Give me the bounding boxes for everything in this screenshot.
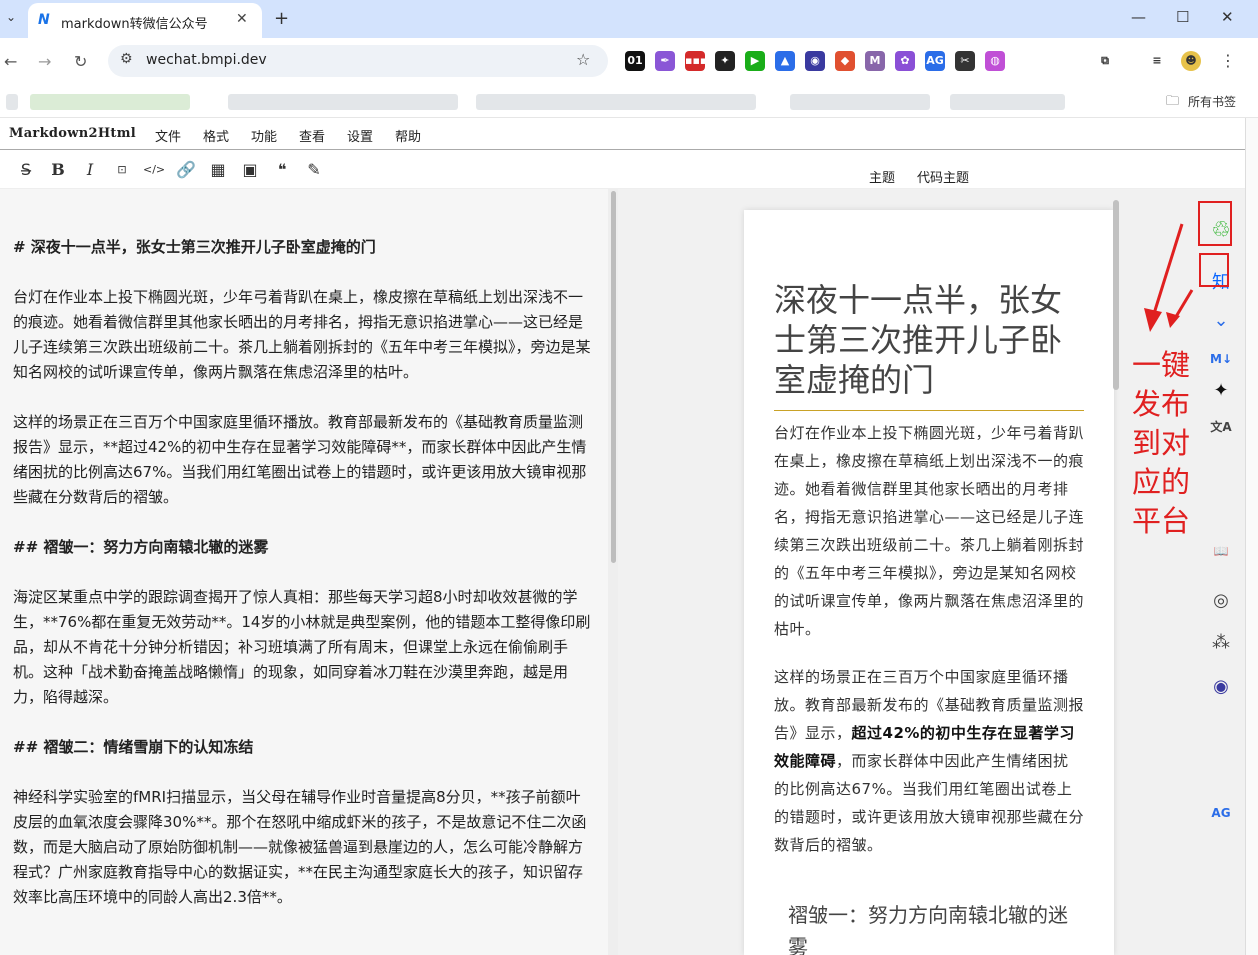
extension-icon[interactable]: AG xyxy=(925,51,945,71)
folder-icon: 🗀 xyxy=(1166,94,1180,109)
back-icon[interactable]: ← xyxy=(4,52,17,71)
editor-scrollbar[interactable] xyxy=(611,191,616,563)
blurred-bookmark xyxy=(228,94,458,110)
minimize-icon[interactable]: — xyxy=(1131,8,1146,26)
extension-icon[interactable]: ▪▪▪ xyxy=(685,51,707,71)
new-tab-icon[interactable]: + xyxy=(274,8,289,29)
blurred-bookmark xyxy=(790,94,930,110)
menu-format[interactable]: 格式 xyxy=(203,126,229,145)
quote-icon[interactable]: ❝ xyxy=(271,160,293,179)
markdown-paragraph: 这样的场景正在三百万个中国家庭里循环播放。教育部最新发布的《基础教育质量监测报告… xyxy=(13,413,587,506)
article-paragraph: 台灯在作业本上投下椭圆光斑，少年弓着背趴在桌上，橡皮擦在草稿纸上划出深浅不一的痕… xyxy=(774,424,1085,638)
all-bookmarks[interactable]: 所有书签 xyxy=(1188,93,1236,110)
url-text: wechat.bmpi.dev xyxy=(146,52,267,68)
terminal-icon[interactable]: ⊡ xyxy=(111,163,133,176)
extension-icon[interactable]: M xyxy=(865,51,885,71)
podcast-icon[interactable]: ◎ xyxy=(1209,590,1233,611)
extension-icon[interactable]: ✿ xyxy=(895,51,915,71)
extension-icon[interactable]: ◆ xyxy=(835,51,855,71)
extension-icon[interactable]: ◉ xyxy=(805,51,825,71)
italic-icon[interactable]: I xyxy=(79,160,101,179)
image-icon[interactable]: ▣ xyxy=(239,160,261,179)
ag-icon[interactable]: AG xyxy=(1209,806,1233,820)
menu-settings[interactable]: 设置 xyxy=(347,126,373,145)
highlight-box xyxy=(1198,201,1232,246)
article-title: 深夜十一点半，张女士第三次推开儿子卧室虚掩的门 xyxy=(774,280,1084,411)
translate-icon[interactable]: 文A xyxy=(1209,418,1233,435)
blurred-bookmark xyxy=(30,94,190,110)
menu-file[interactable]: 文件 xyxy=(155,126,181,145)
book-icon[interactable]: 📖 xyxy=(1209,544,1233,558)
markdown-paragraph: 海淀区某重点中学的跟踪调查揭开了惊人真相：那些每天学习超8小时却收效甚微的学生，… xyxy=(13,588,591,706)
markdown-heading: ## 褶皱二：情绪雪崩下的认知冻结 xyxy=(13,738,254,756)
article-paragraph: 这样的场景正在三百万个中国家庭里循环播放。教育部最新发布的《基础教育质量监测报告… xyxy=(774,663,1084,859)
strikethrough-icon[interactable]: S̶ xyxy=(15,160,37,179)
assistant-icon[interactable]: ◉ xyxy=(1209,676,1233,697)
blurred-bookmark xyxy=(476,94,756,110)
markdown-heading: ## 褶皱一：努力方向南辕北辙的迷雾 xyxy=(13,538,269,556)
annotation-text: 一键发布到对应的平台 xyxy=(1132,348,1191,538)
puzzle-icon[interactable]: ⧉ xyxy=(1095,51,1115,71)
format-toolbar: S̶ B I ⊡ </> 🔗 ▦ ▣ ❝ ✎ xyxy=(0,151,1245,189)
app-menubar: Markdown2Html 文件 格式 功能 查看 设置 帮助 xyxy=(0,118,1245,150)
apps-icon[interactable]: ⁂ xyxy=(1209,632,1233,653)
preview-scrollbar[interactable] xyxy=(1113,200,1119,390)
blurred-bookmark xyxy=(950,94,1065,110)
extension-icon[interactable]: ✒ xyxy=(655,51,675,71)
close-icon[interactable]: ✕ xyxy=(236,11,248,27)
theme-button[interactable]: 主题 xyxy=(869,167,895,186)
bold-icon[interactable]: B xyxy=(47,160,69,179)
extension-icon[interactable]: ▲ xyxy=(775,51,795,71)
profile-avatar[interactable]: ☻ xyxy=(1181,51,1201,71)
browser-tab[interactable]: N markdown转微信公众号 ✕ xyxy=(28,3,262,38)
markdown-icon[interactable]: M↓ xyxy=(1209,352,1233,366)
page-edge xyxy=(1245,118,1258,955)
maximize-icon[interactable]: ☐ xyxy=(1176,8,1189,26)
reload-icon[interactable]: ↻ xyxy=(74,52,87,71)
menu-help[interactable]: 帮助 xyxy=(395,126,421,145)
menu-function[interactable]: 功能 xyxy=(251,126,277,145)
code-icon[interactable]: </> xyxy=(143,163,165,176)
tab-title: markdown转微信公众号 xyxy=(61,17,208,32)
table-icon[interactable]: ▦ xyxy=(207,160,229,179)
window-close-icon[interactable]: ✕ xyxy=(1221,8,1234,26)
menu-view[interactable]: 查看 xyxy=(299,126,325,145)
pane-splitter[interactable] xyxy=(608,189,618,955)
extension-icon[interactable]: ✦ xyxy=(715,51,735,71)
article-subheading: 褶皱一：努力方向南辕北辙的迷雾 xyxy=(788,903,1068,955)
app-brand: Markdown2Html xyxy=(9,126,136,141)
address-bar[interactable]: ⚙ wechat.bmpi.dev ☆ xyxy=(108,45,608,77)
code-theme-button[interactable]: 代码主题 xyxy=(917,167,969,186)
link-icon[interactable]: 🔗 xyxy=(175,160,197,179)
bookmark-star-icon[interactable]: ☆ xyxy=(576,50,590,69)
sparkle-icon[interactable]: ✦ xyxy=(1209,380,1233,401)
annotation-arrows xyxy=(1144,223,1194,332)
markdown-paragraph: 台灯在作业本上投下椭圆光斑，少年弓着背趴在桌上，橡皮擦在草稿纸上划出深浅不一的痕… xyxy=(13,288,591,381)
site-info-icon[interactable]: ⚙ xyxy=(120,51,133,67)
forward-icon[interactable]: → xyxy=(38,52,51,71)
more-menu-icon[interactable]: ⋮ xyxy=(1220,51,1236,70)
blurred-bookmark xyxy=(6,94,18,110)
tab-bar: ⌄ N markdown转微信公众号 ✕ + — ☐ ✕ xyxy=(0,0,1258,38)
extension-icon[interactable]: ◍ xyxy=(985,51,1005,71)
tab-list-icon[interactable]: ⌄ xyxy=(6,10,16,24)
collapse-icon[interactable]: ⌄ xyxy=(1209,310,1233,331)
markdown-paragraph: 神经科学实验室的fMRI扫描显示，当父母在辅导作业时音量提高8分贝，**孩子前额… xyxy=(13,788,587,906)
site-favicon: N xyxy=(38,12,50,28)
media-icon[interactable]: ≡ xyxy=(1147,51,1167,71)
markdown-heading: # 深夜十一点半，张女士第三次推开儿子卧室虚掩的门 xyxy=(13,238,376,256)
extension-icon[interactable]: ▶ xyxy=(745,51,765,71)
preview-article: 深夜十一点半，张女士第三次推开儿子卧室虚掩的门 台灯在作业本上投下椭圆光斑，少年… xyxy=(744,210,1114,955)
highlight-box xyxy=(1199,253,1229,287)
magic-wand-icon[interactable]: ✎ xyxy=(303,160,325,179)
extension-icon[interactable]: ✂ xyxy=(955,51,975,71)
browser-toolbar: ← → ↻ ⚙ wechat.bmpi.dev ☆ 01 ✒ ▪▪▪ ✦ ▶ ▲ ◉ ◆ M ✿ A… xyxy=(0,38,1258,86)
extension-icon[interactable]: 01 xyxy=(625,51,645,71)
markdown-editor[interactable]: # 深夜十一点半，张女士第三次推开儿子卧室虚掩的门台灯在作业本上投下椭圆光斑，少… xyxy=(0,189,608,955)
